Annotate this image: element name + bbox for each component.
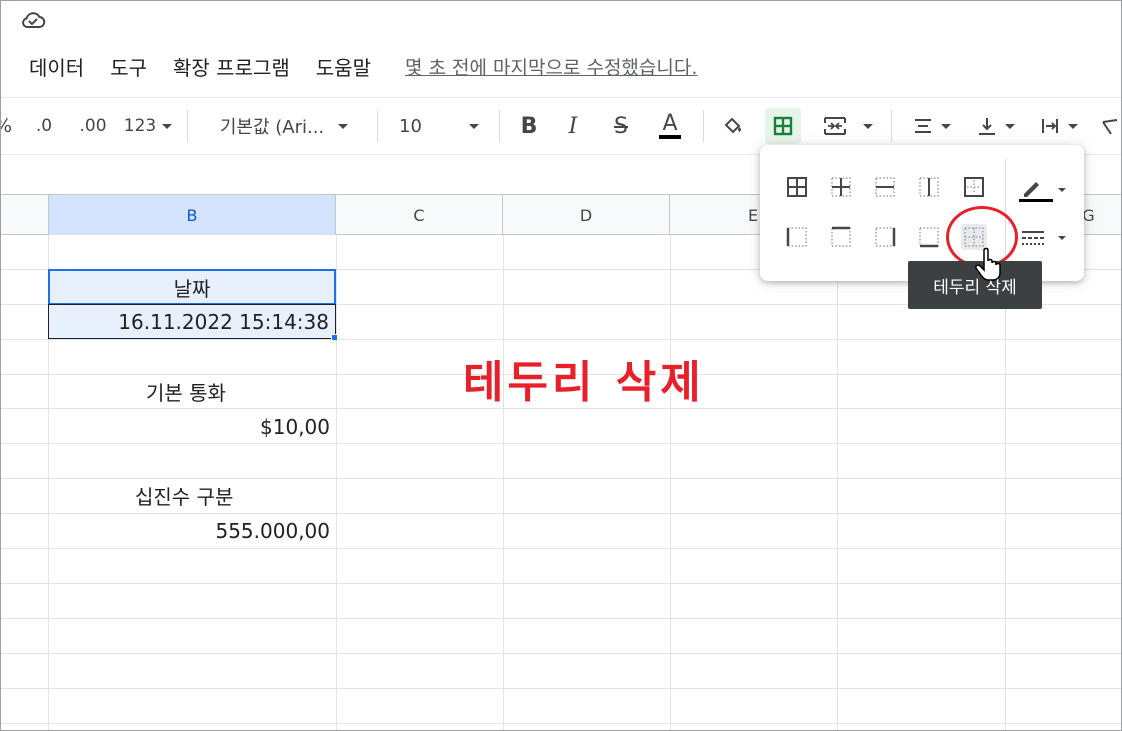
all-borders-option[interactable] <box>784 174 810 200</box>
toolbar-divider <box>891 110 892 142</box>
chevron-down-icon <box>1068 123 1078 129</box>
chevron-down-icon <box>469 123 479 129</box>
chevron-down-icon <box>1005 123 1015 129</box>
toolbar-divider <box>703 110 704 142</box>
gridline <box>1 339 1121 340</box>
bold-label: B <box>520 113 538 139</box>
align-bottom-icon <box>979 118 995 135</box>
text-rotation-dropdown[interactable] <box>1095 98 1121 154</box>
strikethrough-label: S <box>614 113 628 139</box>
cloud-saved-icon[interactable] <box>20 9 46 31</box>
toolbar-divider <box>187 110 188 142</box>
menu-extensions[interactable]: 확장 프로그램 <box>173 52 290 81</box>
vertical-borders-icon <box>919 177 939 197</box>
inner-borders-icon <box>831 177 851 197</box>
chevron-down-icon <box>162 123 173 129</box>
column-header-b[interactable]: B <box>49 195 336 235</box>
font-size-value: 10 <box>399 115 422 137</box>
annotation-label: 테두리 삭제 <box>463 357 705 408</box>
all-borders-icon <box>773 116 793 136</box>
cell-currency-value[interactable]: $10,00 <box>49 409 336 444</box>
chevron-down-icon <box>338 123 349 129</box>
percent-label: % <box>1 115 12 137</box>
top-border-icon <box>831 226 851 247</box>
increase-decimal-label: .00 <box>79 116 107 136</box>
paint-bucket-icon <box>724 117 741 134</box>
toolbar-divider <box>377 110 378 142</box>
horizontal-borders-option[interactable] <box>872 174 898 200</box>
vertical-borders-option[interactable] <box>916 174 942 200</box>
gridline <box>1 723 1121 724</box>
italic-button[interactable]: I <box>557 98 589 154</box>
chevron-down-icon <box>863 123 873 129</box>
left-border-icon <box>786 227 807 247</box>
increase-decimal-button[interactable]: .00 <box>71 98 115 154</box>
cell-date-value[interactable]: 16.11.2022 15:14:38 <box>48 304 336 339</box>
app-window: 데이터 도구 확장 프로그램 도움말 몇 초 전에 마지막으로 수정했습니다. … <box>0 0 1122 731</box>
bold-button[interactable]: B <box>513 98 545 154</box>
font-size-dropdown[interactable]: 10 <box>389 98 489 154</box>
decrease-decimal-button[interactable]: .0 <box>27 98 61 154</box>
fill-color-button[interactable] <box>715 98 751 154</box>
gridline <box>837 235 838 730</box>
cell-currency-label[interactable]: 기본 통화 <box>146 374 226 409</box>
strikethrough-button[interactable]: S <box>605 98 637 154</box>
number-format-label: 123 <box>123 116 157 136</box>
row-header-corner[interactable] <box>1 195 49 235</box>
pencil-icon <box>1019 182 1066 202</box>
chevron-down-icon <box>941 123 951 129</box>
gridline <box>1005 235 1006 730</box>
text-color-button[interactable]: A <box>649 98 691 154</box>
border-style-dropdown[interactable] <box>1018 225 1068 251</box>
horizontal-borders-icon <box>875 177 895 197</box>
menu-data[interactable]: 데이터 <box>29 52 84 81</box>
decrease-decimal-label: .0 <box>35 116 53 136</box>
gridline <box>1 548 1121 549</box>
border-color-dropdown[interactable] <box>1018 176 1068 202</box>
align-center-icon <box>915 119 931 133</box>
last-edit-link[interactable]: 몇 초 전에 마지막으로 수정했습니다. <box>405 53 697 80</box>
all-borders-icon <box>787 177 807 197</box>
font-family-dropdown[interactable]: 기본값 (Ari... <box>201 98 367 154</box>
percent-format-button[interactable]: % <box>1 98 12 154</box>
menu-tools[interactable]: 도구 <box>110 52 147 81</box>
toolbar-divider <box>499 110 500 142</box>
border-style-icon <box>1022 231 1066 245</box>
gridline <box>1 618 1121 619</box>
cell-decimal-label[interactable]: 십진수 구분 <box>135 478 233 513</box>
borders-button[interactable] <box>765 108 801 144</box>
right-border-icon <box>875 227 896 247</box>
cell-decimal-value[interactable]: 555.000,00 <box>49 513 336 548</box>
fill-handle[interactable] <box>331 334 338 341</box>
gridline <box>1 688 1121 689</box>
merge-cells-icon <box>824 117 846 135</box>
column-header-c[interactable]: C <box>336 195 503 235</box>
left-border-option[interactable] <box>784 224 810 250</box>
text-wrap-icon <box>1042 119 1058 133</box>
top-border-option[interactable] <box>828 224 854 250</box>
inner-borders-option[interactable] <box>828 174 854 200</box>
number-format-dropdown[interactable]: 123 <box>119 98 177 154</box>
bottom-border-option[interactable] <box>916 224 942 250</box>
column-header-d[interactable]: D <box>503 195 670 235</box>
gridline <box>670 235 671 730</box>
gridline <box>336 235 337 730</box>
text-color-label: A <box>659 113 681 139</box>
menu-help[interactable]: 도움말 <box>316 52 371 81</box>
outer-borders-option[interactable] <box>961 174 987 200</box>
bottom-border-icon <box>919 227 939 248</box>
menu-bar: 데이터 도구 확장 프로그램 도움말 몇 초 전에 마지막으로 수정했습니다. <box>29 51 697 81</box>
right-border-option[interactable] <box>872 224 898 250</box>
gridline <box>503 235 504 730</box>
outer-borders-icon <box>964 177 984 197</box>
text-rotation-icon <box>1102 119 1118 135</box>
gridline <box>1 583 1121 584</box>
gridline <box>1 653 1121 654</box>
cell-date-label[interactable]: 날짜 <box>48 269 336 305</box>
hand-cursor-icon <box>975 247 1001 281</box>
italic-label: I <box>568 113 578 139</box>
font-family-value: 기본값 (Ari... <box>219 117 325 138</box>
